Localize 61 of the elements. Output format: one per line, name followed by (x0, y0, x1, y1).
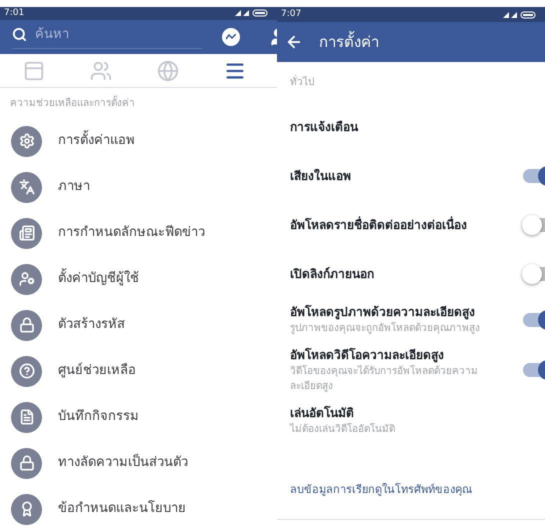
menu-label: ตัวสร้างรหัส (58, 316, 125, 334)
menu-label: ทางลัดความเป็นส่วนตัว (58, 453, 188, 472)
menu-item[interactable]: การกำหนดลักษณะฟีดข่าว (0, 210, 277, 256)
menu-item[interactable]: ตั้งค่าบัญชีผู้ใช้ (0, 256, 277, 302)
settings-row[interactable]: การแจ้งเตือน (277, 102, 545, 151)
document-icon (11, 402, 42, 432)
menu-item[interactable]: ข้อกำหนดและนโยบาย (0, 486, 277, 532)
status-time: 7:01 (4, 8, 24, 18)
signal-battery-icon (503, 10, 537, 18)
settings-row[interactable]: อัพโหลดรูปภาพด้วยความละเอียดสูง รูปภาพของคุณจะถูกอัพโหลดด้วยคุณภาพสูง (277, 298, 545, 341)
section-label: ทั่วไป (290, 74, 314, 90)
settings-row[interactable]: อัพโหลดวิดีโอความละเอียดสูง วิดีโอของคุณจะได้รับการอัพโหลดด้วยความละเอียดสูง (277, 341, 545, 399)
setting-title: เสียงในแอพ (290, 168, 352, 184)
menu-label: ศูนย์ช่วยเหลือ (58, 362, 136, 380)
menu-label: ตั้งค่าบัญชีผู้ใช้ (58, 269, 139, 289)
menu-item[interactable]: ทางลัดความเป็นส่วนตัว (0, 440, 277, 486)
language-icon (11, 172, 42, 202)
menu-item[interactable]: บันทึกกิจกรรม (0, 394, 277, 440)
settings-row[interactable]: เสียงในแอพ (277, 151, 545, 200)
user-settings-icon (11, 264, 42, 294)
menu-label: การกำหนดลักษณะฟีดข่าว (58, 224, 205, 242)
menu-label: การตั้งค่าแอพ (58, 131, 135, 151)
page-title: การตั้งค่า (319, 30, 379, 53)
link[interactable]: ลบข้อมูลการเรียกดูในโทรศัพท์ของคุณ (290, 482, 505, 498)
settings-row[interactable]: อัพโหลดรายชื่อติดต่ออย่างต่อเนื่อง (277, 200, 545, 249)
badge-icon (11, 494, 42, 524)
lock-icon (11, 448, 42, 478)
setting-title: เล่นอัตโนมัติ (290, 404, 355, 422)
browser-icon (22, 60, 45, 82)
setting-title: เปิดลิงก์ภายนอก (290, 266, 375, 282)
setting-description: วิดีโอของคุณจะได้รับการอัพโหลดด้วยความละเอียดสูง (290, 364, 479, 394)
globe-icon (157, 60, 180, 82)
lock-icon (11, 310, 42, 340)
setting-title: อัพโหลดวิดีโอความละเอียดสูง (290, 346, 445, 364)
setting-description: รูปภาพของคุณจะถูกอัพโหลดด้วยคุณภาพสูง (290, 321, 481, 336)
menu-item[interactable]: ภาษา (0, 164, 277, 210)
section-label: ความช่วยเหลือและการตั้งค่า (10, 96, 135, 111)
search-field[interactable]: ค้นหา (12, 24, 202, 50)
menu-label: ข้อกำหนดและนโยบาย (58, 499, 186, 518)
messenger-button[interactable] (222, 28, 240, 46)
settings-row[interactable]: เล่นอัตโนมัติ ไม่ต้องเล่นวิดีโออัตโนมัติ (277, 399, 545, 442)
help-icon (11, 356, 42, 386)
setting-description: ไม่ต้องเล่นวิดีโออัตโนมัติ (290, 422, 396, 437)
menu-item[interactable]: ตัวสร้างรหัส (0, 302, 277, 348)
setting-title: การแจ้งเตือน (290, 118, 360, 136)
menu-item[interactable]: ศูนย์ช่วยเหลือ (0, 348, 277, 394)
setting-title: อัพโหลดรายชื่อติดต่ออย่างต่อเนื่อง (290, 216, 468, 234)
settings-row[interactable]: ลบข้อมูลการเรียกดูในโทรศัพท์ของคุณ (277, 470, 545, 510)
menu-label: บันทึกกิจกรรม (58, 408, 139, 426)
feed-icon (11, 218, 42, 248)
setting-title: อัพโหลดรูปภาพด้วยความละเอียดสูง (290, 304, 476, 321)
menu-item[interactable]: การตั้งค่าแอพ (0, 118, 277, 164)
search-input[interactable]: ค้นหา (35, 24, 185, 44)
menu-label: ภาษา (58, 178, 90, 196)
search-icon (12, 26, 27, 42)
signal-battery-icon (235, 9, 269, 18)
friends-icon (90, 60, 112, 82)
gear-icon (11, 126, 42, 156)
status-time: 7:07 (281, 10, 302, 19)
zigzag-icon (226, 34, 236, 40)
settings-row[interactable]: เปิดลิงก์ภายนอก (277, 249, 545, 298)
